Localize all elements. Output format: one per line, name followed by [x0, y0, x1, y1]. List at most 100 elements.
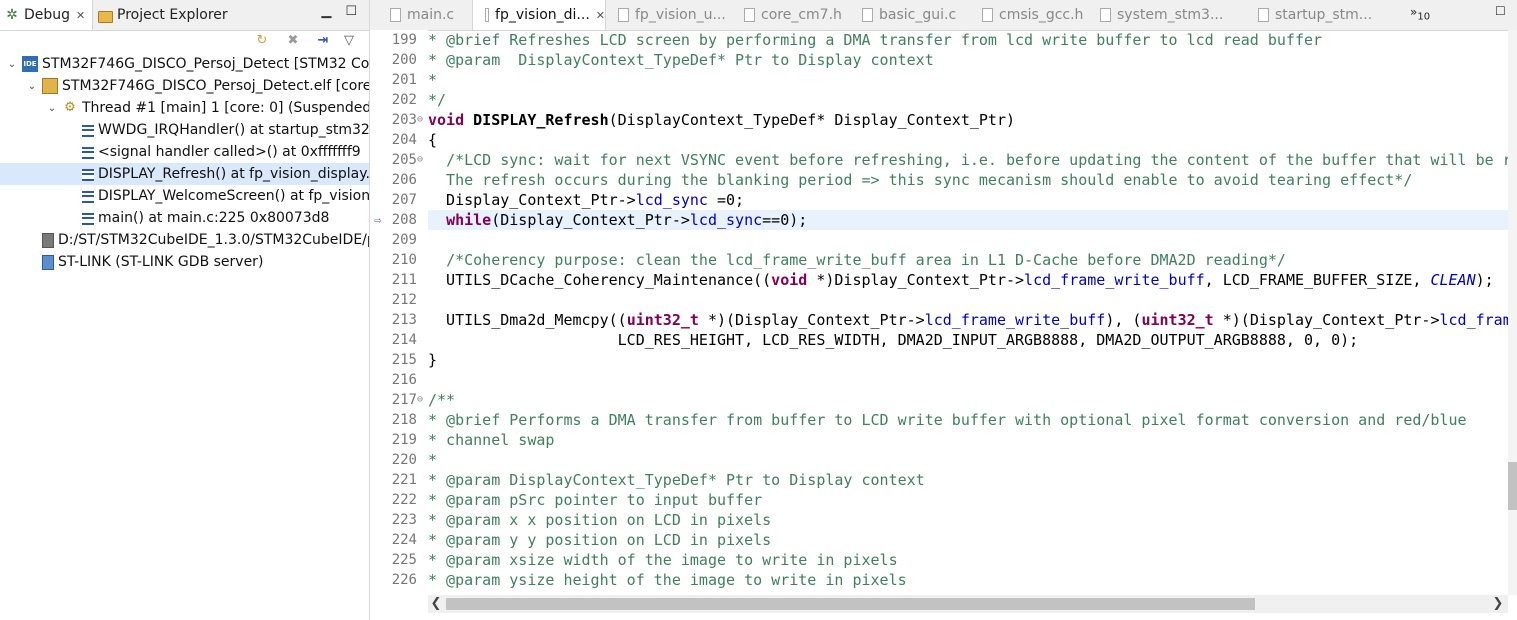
chevron-down-icon[interactable]: ⌄: [46, 103, 58, 114]
close-icon[interactable]: ✕: [596, 9, 605, 22]
code-line[interactable]: }: [428, 350, 1508, 370]
code-line[interactable]: while(Display_Context_Ptr->lcd_sync==0);: [428, 210, 1508, 230]
tree-item[interactable]: D:/ST/STM32CubeIDE_1.3.0/STM32CubeIDE/p: [0, 229, 369, 251]
instruction-pointer-icon: ⇨: [374, 213, 382, 227]
stlink-icon: [42, 254, 54, 270]
code-token: }: [428, 351, 438, 369]
code-line[interactable]: * @param DisplayContext_TypeDef* Ptr to …: [428, 470, 1508, 490]
view-window-controls: ▁ ☐: [321, 4, 357, 19]
tree-item[interactable]: ST-LINK (ST-LINK GDB server): [0, 251, 369, 273]
overflow-count: 10: [1417, 11, 1431, 23]
tree-item[interactable]: <signal handler called>() at 0xfffffff9: [0, 141, 369, 163]
fold-toggle-icon[interactable]: ⊖: [417, 150, 427, 170]
code-token: CLEAN: [1430, 271, 1476, 289]
code-line[interactable]: /*LCD sync: wait for next VSYNC event be…: [428, 150, 1508, 170]
code-line[interactable]: [428, 370, 1508, 390]
code-token: * @param xsize width of the image to wri…: [428, 551, 898, 569]
code-line[interactable]: * @param y y position on LCD in pixels: [428, 530, 1508, 550]
tab-debug[interactable]: ✲ Debug ✕: [0, 0, 93, 30]
editor-tab[interactable]: basic_gui.c: [850, 0, 956, 30]
code-line[interactable]: [428, 230, 1508, 250]
editor-tab[interactable]: system_stm3...: [1088, 0, 1223, 30]
code-line[interactable]: * @brief Performs a DMA transfer from bu…: [428, 410, 1508, 430]
code-line[interactable]: * @param xsize width of the image to wri…: [428, 550, 1508, 570]
code-line[interactable]: *: [428, 450, 1508, 470]
stack-frame-icon: [82, 191, 94, 203]
code-line[interactable]: {: [428, 130, 1508, 150]
left-tab-bar: ✲ Debug ✕ Project Explorer ▁ ☐: [0, 0, 369, 31]
tree-item[interactable]: WWDG_IRQHandler() at startup_stm32f7: [0, 119, 369, 141]
editor-tab[interactable]: core_cm7.h: [732, 0, 842, 30]
remove-terminated-icon[interactable]: ✖: [284, 32, 302, 50]
tree-item-label: WWDG_IRQHandler() at startup_stm32f7: [98, 122, 370, 138]
code-line[interactable]: * @param DisplayContext_TypeDef* Ptr to …: [428, 50, 1508, 70]
scroll-left-icon[interactable]: ❮: [428, 595, 444, 613]
code-line[interactable]: * channel swap: [428, 430, 1508, 450]
editor-tab[interactable]: cmsis_gcc.h: [970, 0, 1083, 30]
editor-tab[interactable]: startup_stm...: [1246, 0, 1372, 30]
code-token: *)(Display_Context_Ptr->: [1213, 311, 1440, 329]
maximize-icon[interactable]: ☐: [345, 4, 357, 19]
chevron-down-icon[interactable]: ⌄: [6, 59, 18, 70]
code-line[interactable]: *: [428, 70, 1508, 90]
code-line[interactable]: UTILS_Dma2d_Memcpy((uint32_t *)(Display_…: [428, 310, 1508, 330]
relaunch-icon[interactable]: ↻: [253, 32, 271, 50]
tree-item[interactable]: DISPLAY_Refresh() at fp_vision_display.c: [0, 163, 369, 185]
step-filters-icon[interactable]: ⇥: [314, 32, 332, 50]
line-number: 211: [391, 272, 417, 288]
code-line[interactable]: Display_Context_Ptr->lcd_sync =0;: [428, 190, 1508, 210]
line-number: 218: [391, 412, 417, 428]
tree-item[interactable]: DISPLAY_WelcomeScreen() at fp_vision_: [0, 185, 369, 207]
view-menu-icon[interactable]: ▽: [340, 32, 358, 50]
line-number: 217: [391, 392, 417, 408]
code-line[interactable]: [428, 290, 1508, 310]
code-line[interactable]: UTILS_DCache_Coherency_Maintenance((void…: [428, 270, 1508, 290]
stack-frame-icon: [82, 213, 94, 225]
file-icon: [1258, 8, 1269, 22]
code-line[interactable]: /**: [428, 390, 1508, 410]
horizontal-scrollbar[interactable]: ❮ ❯: [428, 595, 1508, 613]
fold-toggle-icon[interactable]: ⊖: [417, 110, 427, 130]
thread-icon: ⚙: [64, 100, 76, 115]
editor-tab[interactable]: main.c: [378, 0, 454, 30]
code-line[interactable]: */: [428, 90, 1508, 110]
editor-tab[interactable]: fp_vision_di... ✕: [472, 0, 606, 30]
code-token: DISPLAY_Refresh: [473, 111, 609, 129]
line-number: 207: [391, 192, 417, 208]
tree-item[interactable]: ⌄ STM32F746G_DISCO_Persoj_Detect.elf [cor…: [0, 75, 369, 97]
chevron-down-icon[interactable]: ⌄: [26, 81, 38, 92]
editor-tab[interactable]: fp_vision_u...: [606, 0, 726, 30]
tree-item[interactable]: ⌄ ⚙ Thread #1 [main] 1 [core: 0] (Suspende…: [0, 97, 369, 119]
tree-item[interactable]: main() at main.c:225 0x80073d8: [0, 207, 369, 229]
code-line[interactable]: void DISPLAY_Refresh(DisplayContext_Type…: [428, 110, 1508, 130]
code-token: * @brief Refreshes LCD screen by perform…: [428, 31, 1323, 49]
close-icon[interactable]: ✕: [76, 9, 85, 22]
minimize-icon[interactable]: ▁: [321, 4, 331, 19]
tree-item[interactable]: ⌄ IDE STM32F746G_DISCO_Persoj_Detect [STM3…: [0, 53, 369, 75]
maximize-icon[interactable]: ☐: [1495, 4, 1506, 18]
code-line[interactable]: The refresh occurs during the blanking p…: [428, 170, 1508, 190]
code-token: *)(Display_Context_Ptr->: [698, 311, 925, 329]
code-line[interactable]: * @param ysize height of the image to wr…: [428, 570, 1508, 590]
line-number: 200: [391, 52, 417, 68]
code-line[interactable]: /*Coherency purpose: clean the lcd_frame…: [428, 250, 1508, 270]
code-token: {: [428, 131, 438, 149]
code-line[interactable]: * @param x x position on LCD in pixels: [428, 510, 1508, 530]
code-token: void: [771, 271, 808, 289]
code-editor[interactable]: 199 * @brief Refreshes LCD screen by perf…: [370, 30, 1517, 595]
scroll-right-icon[interactable]: ❯: [1490, 595, 1506, 613]
code-token: =0;: [707, 191, 745, 209]
tab-project-explorer[interactable]: Project Explorer: [94, 0, 228, 30]
fold-toggle-icon[interactable]: ⊖: [417, 390, 427, 410]
code-token: UTILS_Dma2d_Memcpy((: [428, 311, 627, 329]
horizontal-scrollbar-thumb[interactable]: [446, 598, 1255, 610]
tab-overflow-indicator[interactable]: »10: [1410, 5, 1430, 22]
code-line[interactable]: LCD_RES_HEIGHT, LCD_RES_WIDTH, DMA2D_INP…: [428, 330, 1508, 350]
code-token: void: [428, 111, 465, 129]
vertical-scrollbar[interactable]: [1508, 30, 1517, 595]
code-token: * channel swap: [428, 431, 555, 449]
line-number: 209: [391, 232, 417, 248]
code-line[interactable]: * @param pSrc pointer to input buffer: [428, 490, 1508, 510]
vertical-scrollbar-thumb[interactable]: [1508, 462, 1517, 510]
code-line[interactable]: * @brief Refreshes LCD screen by perform…: [428, 30, 1508, 50]
